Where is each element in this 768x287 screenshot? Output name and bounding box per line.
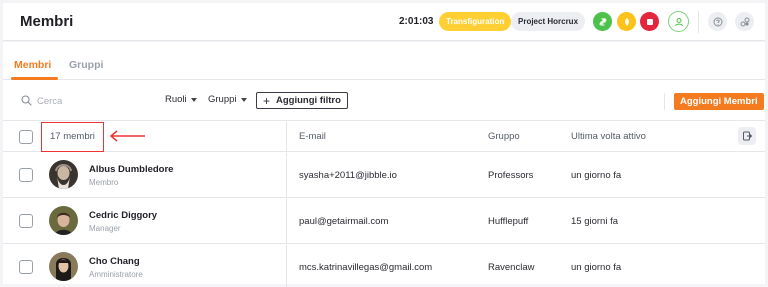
member-name[interactable]: Cho Chang [89, 256, 140, 267]
add-filter-button[interactable]: + Aggiungi filtro [256, 92, 348, 109]
timer: 2:01:03 [399, 16, 434, 27]
row-checkbox[interactable] [19, 260, 33, 274]
chevron-down-icon [240, 98, 247, 102]
switch-activity-button[interactable] [593, 12, 612, 31]
select-all-checkbox[interactable] [19, 130, 33, 144]
member-email: mcs.katrinavillegas@gmail.com [299, 262, 433, 273]
break-button[interactable] [617, 12, 636, 31]
groups-dropdown-label: Gruppi [208, 94, 237, 105]
coffee-icon [624, 17, 629, 26]
tab-membri[interactable]: Membri [14, 59, 51, 71]
search-icon [21, 95, 32, 106]
plus-icon: + [263, 93, 271, 108]
chevron-down-icon [190, 98, 197, 102]
table-row[interactable]: Cedric Diggory Manager paul@getairmail.c… [3, 199, 765, 244]
top-bar: Membri 2:01:03 Transfiguration Project H… [3, 3, 765, 41]
row-checkbox[interactable] [19, 168, 33, 182]
tab-bar: Membri Gruppi [3, 42, 765, 80]
help-icon [713, 17, 722, 26]
member-group: Professors [488, 170, 534, 181]
members-panel: Membri Gruppi Ruoli Gruppi + Aggiungi fi… [3, 42, 765, 287]
member-last-active: un giorno fa [571, 170, 622, 181]
member-role: Membro [89, 178, 119, 187]
divider [698, 11, 699, 33]
user-icon [674, 17, 683, 26]
column-header-last-active[interactable]: Ultima volta attivo [571, 131, 646, 142]
project-badge[interactable]: Project Horcrux [511, 12, 586, 31]
search-input[interactable] [37, 93, 147, 109]
member-last-active: un giorno fa [571, 262, 622, 273]
member-role: Amministratore [89, 270, 143, 279]
stop-button[interactable] [640, 12, 659, 31]
member-name[interactable]: Cedric Diggory [89, 210, 157, 221]
groups-dropdown[interactable]: Gruppi [208, 94, 247, 105]
export-icon [743, 131, 752, 141]
column-header-group[interactable]: Gruppo [488, 131, 520, 142]
page-title: Membri [20, 13, 74, 30]
row-checkbox[interactable] [19, 214, 33, 228]
filter-bar: Ruoli Gruppi + Aggiungi filtro Aggiungi … [3, 81, 765, 121]
column-header-email[interactable]: E-mail [299, 131, 326, 142]
add-filter-label: Aggiungi filtro [276, 95, 341, 106]
avatar [49, 160, 78, 189]
table-row[interactable]: Cho Chang Amministratore mcs.katrinavill… [3, 245, 765, 287]
roles-dropdown[interactable]: Ruoli [165, 94, 197, 105]
member-count: 17 membri [50, 131, 95, 142]
active-tab-indicator [11, 77, 58, 80]
red-arrow-annotation [109, 130, 145, 142]
tab-gruppi[interactable]: Gruppi [69, 59, 103, 71]
help-button[interactable] [708, 12, 727, 31]
roles-dropdown-label: Ruoli [165, 94, 187, 105]
member-last-active: 15 giorni fa [571, 216, 619, 227]
user-button[interactable] [668, 11, 689, 32]
avatar [49, 206, 78, 235]
add-members-button[interactable]: Aggiungi Membri [674, 93, 764, 110]
divider [664, 93, 665, 110]
switch-icon [598, 17, 607, 26]
apps-button[interactable] [735, 12, 754, 31]
member-group: Ravenclaw [488, 262, 535, 273]
activity-badge[interactable]: Transfiguration [439, 12, 512, 31]
column-divider [286, 153, 287, 197]
member-group: Hufflepuff [488, 216, 529, 227]
column-divider [286, 199, 287, 243]
table-header: 17 membri E-mail Gruppo Ultima volta att… [3, 122, 765, 152]
avatar [49, 252, 78, 281]
export-button[interactable] [738, 127, 756, 145]
member-email: syasha+2011@jibble.io [299, 170, 397, 181]
table-row[interactable]: Albus Dumbledore Membro syasha+2011@jibb… [3, 153, 765, 198]
column-divider [286, 122, 287, 151]
member-role: Manager [89, 224, 121, 233]
member-email: paul@getairmail.com [299, 216, 389, 227]
column-divider [286, 245, 287, 287]
stop-icon [646, 18, 653, 25]
member-name[interactable]: Albus Dumbledore [89, 164, 173, 175]
apps-icon [740, 17, 749, 26]
